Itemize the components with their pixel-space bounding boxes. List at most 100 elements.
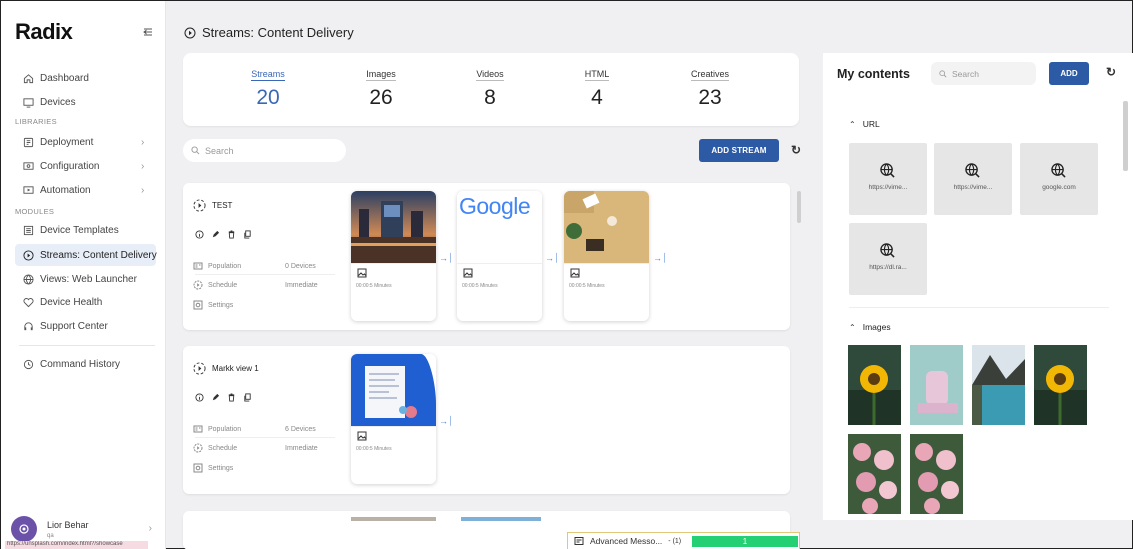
insert-after-icon[interactable]: →⏐: [653, 253, 667, 264]
insert-after-icon[interactable]: →⏐: [439, 416, 453, 427]
url-group-header[interactable]: ⌃ URL: [849, 119, 880, 129]
sidebar-item-deployment[interactable]: Deployment ›: [23, 133, 144, 151]
schedule-row: Schedule Immediate: [193, 280, 338, 290]
meta-divider: [195, 274, 335, 275]
search-icon: [939, 69, 947, 77]
mountain-lake-image: [972, 345, 1025, 425]
image-tile-pink-sculpture[interactable]: [910, 345, 963, 425]
app-logo[interactable]: Radix: [15, 19, 73, 45]
sunflower-image: [848, 345, 901, 425]
section-label-libraries: LIBRARIES: [15, 117, 57, 126]
content-card[interactable]: 00:00:5 Minutes: [351, 191, 436, 321]
population-label: Population: [208, 262, 242, 270]
images-group-header[interactable]: ⌃ Images: [849, 322, 891, 332]
desk-photo-thumbnail: [564, 191, 649, 263]
image-tile-pink-flowers[interactable]: [910, 434, 963, 514]
play-circle-icon: [23, 249, 34, 261]
stream-icon: [193, 199, 206, 212]
sidebar-divider: [19, 345, 155, 346]
sidebar-item-device-health[interactable]: Device Health: [23, 293, 102, 311]
image-tile-sunflower[interactable]: [848, 345, 901, 425]
image-type-icon: [357, 431, 367, 441]
deployment-icon: [23, 137, 34, 147]
stat-html[interactable]: HTML 4: [557, 64, 637, 110]
url-tile[interactable]: google.com: [1020, 143, 1098, 215]
stat-value: 26: [369, 86, 393, 109]
panel-scrollbar[interactable]: [1123, 101, 1128, 171]
user-name: Lior Behar: [47, 520, 89, 530]
info-icon[interactable]: [195, 230, 204, 239]
template-icon: [23, 225, 34, 235]
delete-icon[interactable]: [227, 230, 236, 239]
sidebar-item-label: Devices: [40, 96, 76, 108]
url-tile[interactable]: https://vime...: [849, 143, 927, 215]
stat-label: Videos: [476, 69, 504, 81]
stat-images[interactable]: Images 26: [341, 64, 421, 110]
stream-actions: [195, 230, 252, 239]
stat-creatives[interactable]: Creatives 23: [670, 64, 750, 110]
copy-icon[interactable]: [243, 230, 252, 239]
schedule-icon: [193, 443, 203, 453]
page-title: Streams: Content Delivery: [184, 25, 354, 40]
image-tile-pink-flowers[interactable]: [848, 434, 901, 514]
advanced-messaging-toast[interactable]: Advanced Messo... - (1) 1: [567, 532, 800, 549]
stat-videos[interactable]: Videos 8: [450, 64, 530, 110]
sidebar-item-automation[interactable]: Automation ›: [23, 181, 144, 199]
add-content-button[interactable]: ADD: [1049, 62, 1089, 85]
message-icon: [574, 537, 584, 545]
avatar: [11, 516, 37, 542]
edit-icon[interactable]: [211, 230, 220, 239]
url-tile[interactable]: https://dl.ra...: [849, 223, 927, 295]
user-profile[interactable]: Lior Behar qa ›: [11, 515, 156, 543]
sidebar-item-device-templates[interactable]: Device Templates: [23, 221, 119, 239]
content-card[interactable]: 00:00:5 Minutes: [564, 191, 649, 321]
sidebar: Radix Dashboard Devices LIBRARIES Deploy…: [1, 1, 166, 549]
streams-scrollbar[interactable]: [797, 191, 801, 223]
collapse-sidebar-icon[interactable]: [143, 27, 153, 37]
refresh-icon[interactable]: ↻: [791, 143, 801, 157]
refresh-icon[interactable]: ↻: [1106, 65, 1116, 79]
stream-card[interactable]: Markk view 1 Population 6 Devices Schedu…: [183, 346, 790, 494]
stat-value: 23: [698, 86, 722, 109]
sidebar-item-dashboard[interactable]: Dashboard: [23, 69, 89, 87]
content-card[interactable]: 00:00:5 Minutes: [351, 354, 436, 484]
image-tile-mountain-lake[interactable]: [972, 345, 1025, 425]
stream-title: Markk view 1: [193, 362, 259, 375]
stream-card[interactable]: TEST Population 0 Devices Schedule Immed…: [183, 183, 790, 330]
sidebar-item-label: Device Templates: [40, 224, 119, 236]
content-card[interactable]: Google 00:00:5 Minutes: [457, 191, 542, 321]
add-stream-button[interactable]: ADD STREAM: [699, 139, 779, 162]
sidebar-item-devices[interactable]: Devices: [23, 93, 76, 111]
copy-icon[interactable]: [243, 393, 252, 402]
insert-after-icon[interactable]: →⏐: [545, 253, 559, 264]
url-tile[interactable]: https://vime...: [934, 143, 1012, 215]
panel-divider: [849, 307, 1109, 308]
stream-search-input[interactable]: Search: [183, 139, 346, 162]
insert-after-icon[interactable]: →⏐: [439, 253, 453, 264]
settings-row[interactable]: Settings: [193, 300, 338, 310]
stream-title: TEST: [193, 199, 232, 212]
group-label: Images: [862, 322, 891, 332]
settings-row[interactable]: Settings: [193, 463, 338, 473]
sidebar-item-support-center[interactable]: Support Center: [23, 317, 108, 335]
schedule-icon: [193, 280, 203, 290]
stream-name: TEST: [212, 201, 233, 210]
schedule-value: Immediate: [285, 281, 318, 289]
content-duration: 00:00:5 Minutes: [356, 283, 392, 289]
info-icon[interactable]: [195, 393, 204, 402]
delete-icon[interactable]: [227, 393, 236, 402]
sidebar-item-command-history[interactable]: Command History: [23, 355, 120, 373]
content-search-input[interactable]: Search: [931, 62, 1036, 85]
edit-icon[interactable]: [211, 393, 220, 402]
card-divider: [351, 426, 436, 427]
sidebar-item-configuration[interactable]: Configuration ›: [23, 157, 144, 175]
content-duration: 00:00:5 Minutes: [462, 283, 498, 289]
sidebar-item-streams[interactable]: Streams: Content Delivery: [23, 246, 157, 264]
gear-icon: [193, 300, 203, 310]
pink-flowers-image: [910, 434, 963, 514]
sidebar-item-views[interactable]: Views: Web Launcher: [23, 270, 137, 288]
image-tile-sunflower[interactable]: [1034, 345, 1087, 425]
desk-photo-image: [564, 191, 649, 263]
group-label: URL: [862, 119, 880, 129]
stat-streams[interactable]: Streams 20: [228, 64, 308, 110]
